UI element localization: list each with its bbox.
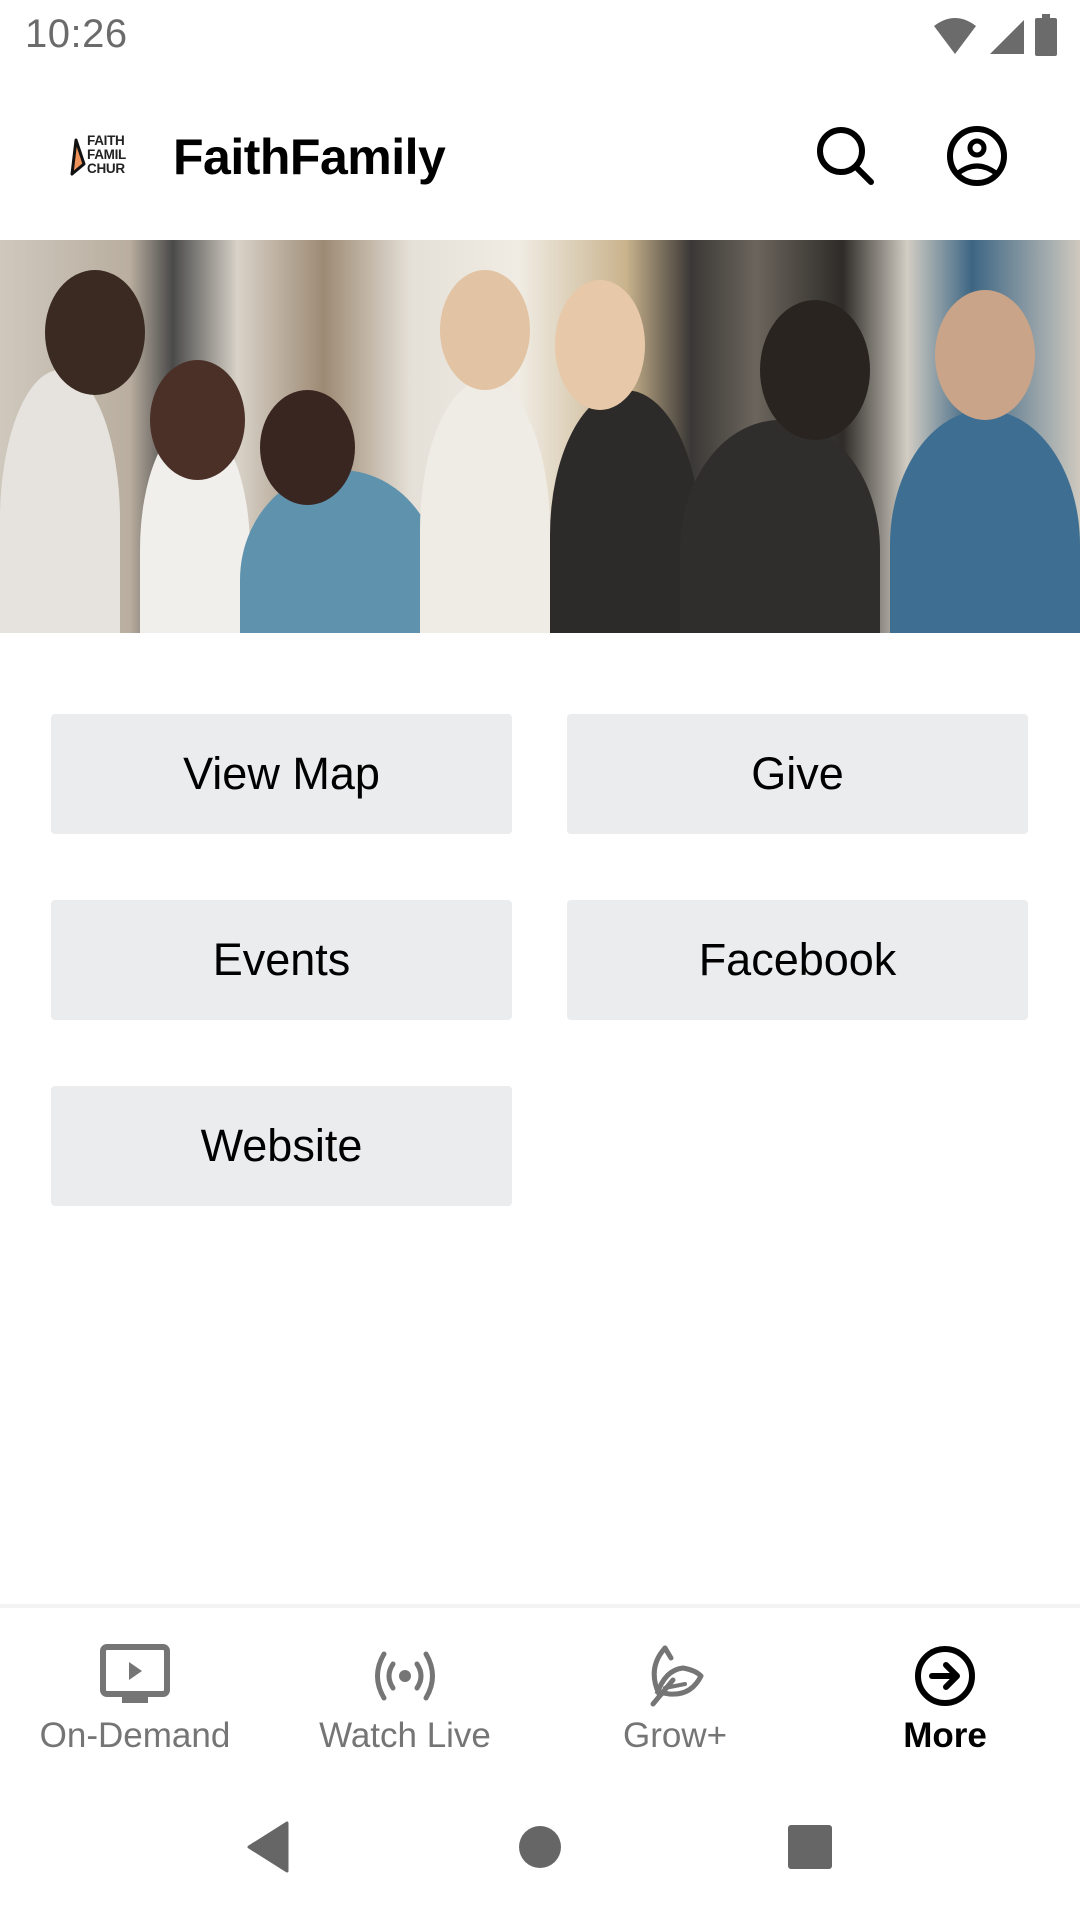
arrow-circle-right-icon: [915, 1646, 975, 1706]
hero-figure: [890, 410, 1080, 633]
bottom-nav: On-Demand Watch Live Grow+ More: [0, 1604, 1080, 1778]
broadcast-icon: [375, 1651, 435, 1701]
leaf-icon: [650, 1645, 704, 1707]
nav-label: On-Demand: [39, 1716, 231, 1755]
hero-figure: [680, 420, 880, 633]
account-button[interactable]: [937, 116, 1017, 196]
system-recents-button[interactable]: [770, 1814, 850, 1880]
hero-figure: [550, 390, 700, 633]
events-button[interactable]: Events: [51, 900, 512, 1020]
nav-label: Grow+: [622, 1716, 728, 1755]
account-circle-icon: [947, 126, 1007, 186]
logo-line: FAMIL: [87, 147, 126, 162]
app-title: FaithFamily: [173, 129, 446, 185]
nav-item-grow-plus[interactable]: Grow+: [540, 1608, 810, 1778]
nav-item-more[interactable]: More: [810, 1608, 1080, 1778]
hero-figure: [935, 290, 1035, 420]
system-nav-bar: [0, 1774, 1080, 1920]
facebook-button[interactable]: Facebook: [567, 900, 1028, 1020]
view-map-button[interactable]: View Map: [51, 714, 512, 834]
app-bar: [0, 72, 1080, 240]
tv-play-icon: [100, 1644, 170, 1703]
hero-figure: [45, 270, 145, 395]
battery-icon: [1035, 14, 1057, 56]
nav-item-watch-live[interactable]: Watch Live: [270, 1608, 540, 1778]
recents-square-icon: [788, 1825, 832, 1869]
logo-text: FAITH FAMIL CHUR: [87, 134, 134, 176]
hero-figure: [420, 380, 550, 633]
status-time: 10:26: [25, 12, 128, 56]
cellular-signal-icon: [990, 20, 1024, 54]
hero-figure: [240, 470, 440, 633]
status-bar: 10:26: [0, 0, 1080, 72]
hero-figure: [555, 280, 645, 410]
hero-figure: [260, 390, 355, 505]
hero-figure: [150, 360, 245, 480]
hero-figure: [760, 300, 870, 440]
nav-label: More: [903, 1716, 987, 1755]
status-icons: [932, 14, 1058, 56]
search-icon: [817, 127, 874, 185]
system-home-button[interactable]: [500, 1814, 580, 1880]
logo-mark-icon: [70, 138, 86, 176]
back-triangle-icon: [247, 1821, 289, 1873]
hero-figure: [0, 370, 120, 633]
hero-figure: [440, 270, 530, 390]
hero-image: [0, 240, 1080, 633]
wifi-icon: [934, 18, 976, 54]
nav-label: Watch Live: [319, 1716, 491, 1755]
nav-item-on-demand[interactable]: On-Demand: [0, 1608, 270, 1778]
give-button[interactable]: Give: [567, 714, 1028, 834]
search-button[interactable]: [806, 116, 886, 196]
home-circle-icon: [519, 1826, 561, 1868]
church-logo: FAITH FAMIL CHUR: [70, 134, 134, 178]
website-button[interactable]: Website: [51, 1086, 512, 1206]
logo-line: CHUR: [87, 161, 125, 176]
logo-line: FAITH: [87, 134, 125, 148]
system-back-button[interactable]: [228, 1814, 308, 1880]
